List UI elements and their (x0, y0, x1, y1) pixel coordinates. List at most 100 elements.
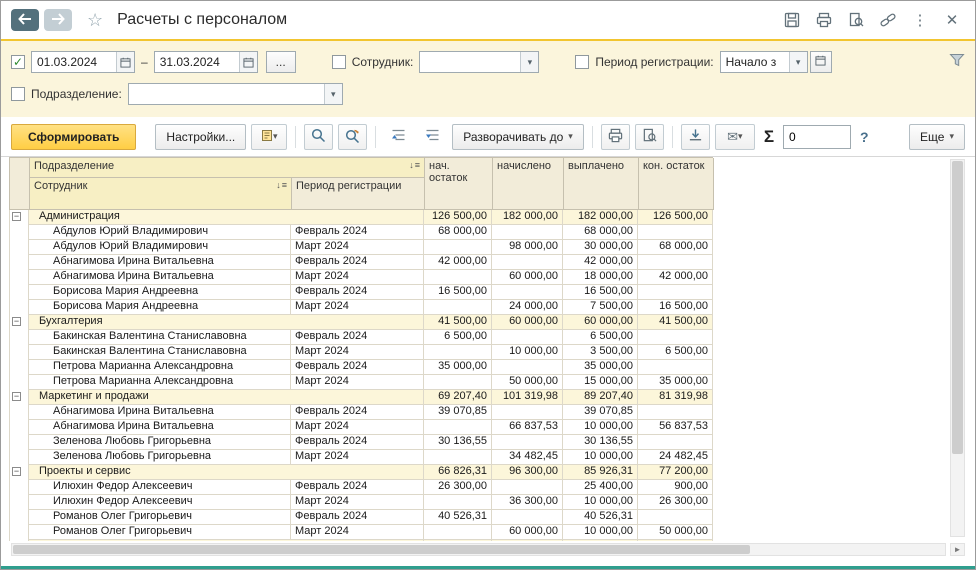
chevron-down-icon[interactable]: ▾ (520, 52, 539, 72)
calendar-icon[interactable] (116, 52, 134, 72)
row-gutter (9, 420, 29, 435)
generate-button[interactable]: Сформировать (11, 123, 137, 150)
expand-groups-button[interactable] (418, 124, 447, 150)
search-next-button[interactable] (338, 123, 368, 150)
group-row[interactable]: − Бухгалтерия 41 500,00 60 000,00 60 000,00 4… (9, 315, 713, 330)
group-row[interactable]: − Администрация 126 500,00 182 000,00 182 00… (9, 210, 713, 225)
date-from-value[interactable]: 01.03.2024 (32, 52, 116, 72)
column-header-employee[interactable]: Сотрудник ↓≡ (30, 178, 292, 210)
column-header-paid[interactable]: выплачено (564, 158, 639, 210)
chevron-down-icon[interactable]: ▾ (788, 52, 807, 72)
favorite-star-icon[interactable]: ☆ (87, 11, 103, 29)
beginning-balance: 16 500,00 (424, 285, 492, 300)
filter-settings-button[interactable] (949, 53, 965, 72)
row-gutter: − (9, 465, 29, 480)
report-variants-button[interactable]: ▾ (251, 123, 288, 150)
table-row[interactable]: Илюхин Федор Алексеевич Март 2024 36 300,0… (9, 495, 713, 510)
column-header-accrued[interactable]: начислено (493, 158, 564, 210)
registration-period-combobox[interactable]: Начало з ▾ (719, 51, 808, 73)
vertical-scrollbar[interactable] (950, 159, 965, 537)
period-variants-button[interactable]: ... (265, 51, 296, 73)
filter-panel: ✓ 01.03.2024 – 31.03.2024 ... Сотрудник: (1, 39, 975, 117)
employee-name: Бакинская Валентина Станиславовна (29, 330, 291, 345)
table-row[interactable]: Абнагимова Ирина Витальевна Февраль 2024 4… (9, 255, 713, 270)
group-row[interactable]: − Проекты и сервис 66 826,31 96 300,00 85 92… (9, 465, 713, 480)
table-row[interactable]: Абдулов Юрий Владимирович Февраль 2024 68 … (9, 225, 713, 240)
more-actions-button[interactable]: Еще ▾ (909, 123, 965, 150)
save-button[interactable] (779, 8, 805, 32)
department-checkbox[interactable] (11, 87, 25, 101)
ending-balance (638, 255, 713, 270)
horizontal-scrollbar-row: ► (1, 541, 975, 557)
vertical-scrollbar-thumb[interactable] (952, 161, 963, 455)
table-row[interactable]: Зеленова Любовь Григорьевна Февраль 2024 3… (9, 435, 713, 450)
group-row[interactable] (9, 540, 713, 541)
column-header-period[interactable]: Период регистрации (292, 178, 425, 210)
forward-button[interactable] (44, 9, 72, 31)
accrued: 24 000,00 (492, 300, 563, 315)
paid: 7 500,00 (563, 300, 638, 315)
date-to-field[interactable]: 31.03.2024 (153, 51, 258, 73)
employee-checkbox[interactable] (331, 55, 346, 69)
search-button[interactable] (304, 123, 334, 150)
table-row[interactable]: Илюхин Федор Алексеевич Февраль 2024 26 30… (9, 480, 713, 495)
toolbar-separator (671, 125, 673, 148)
table-row[interactable]: Романов Олег Григорьевич Март 2024 60 000,… (9, 525, 713, 540)
accrued (492, 255, 563, 270)
department-value[interactable] (129, 84, 324, 104)
table-row[interactable]: Романов Олег Григорьевич Февраль 2024 40 5… (9, 510, 713, 525)
table-row[interactable]: Абнагимова Ирина Витальевна Март 2024 60 0… (9, 270, 713, 285)
settings-button[interactable]: Настройки... (155, 123, 247, 150)
date-from-field[interactable]: 01.03.2024 (31, 51, 135, 73)
table-row[interactable]: Борисова Мария Андреевна Февраль 2024 16 5… (9, 285, 713, 300)
print-button[interactable] (600, 123, 630, 150)
table-row[interactable]: Петрова Марианна Александровна Февраль 20… (9, 360, 713, 375)
collapse-group-icon[interactable]: − (12, 392, 21, 401)
column-header-ending-balance[interactable]: кон. остаток (639, 158, 714, 210)
preview-button-titlebar[interactable] (843, 8, 869, 32)
autosum-icon[interactable]: Σ (760, 127, 778, 147)
print-preview-button[interactable] (634, 123, 664, 150)
more-menu-button[interactable]: ⋮ (907, 8, 933, 32)
help-button[interactable]: ? (856, 129, 873, 145)
table-row[interactable]: Бакинская Валентина Станиславовна Февраль… (9, 330, 713, 345)
horizontal-scrollbar[interactable] (11, 542, 946, 556)
employee-value[interactable] (420, 52, 520, 72)
table-row[interactable]: Абнагимова Ирина Витальевна Март 2024 66 8… (9, 420, 713, 435)
registration-period-value[interactable]: Начало з (721, 52, 789, 72)
paid: 89 207,40 (563, 390, 638, 405)
back-button[interactable] (11, 9, 39, 31)
table-row[interactable]: Бакинская Валентина Станиславовна Март 20… (9, 345, 713, 360)
collapse-group-icon[interactable]: − (12, 467, 21, 476)
date-to-value[interactable]: 31.03.2024 (155, 52, 239, 72)
autosum-field[interactable]: 0 (783, 124, 852, 149)
group-row[interactable]: − Маркетинг и продажи 69 207,40 101 319,98 8… (9, 390, 713, 405)
send-email-button[interactable]: ✉ ▾ (714, 123, 755, 150)
calendar-icon[interactable] (238, 52, 257, 72)
collapse-group-icon[interactable]: − (12, 317, 21, 326)
period-checkbox[interactable]: ✓ (11, 55, 25, 69)
close-button[interactable]: ✕ (939, 8, 965, 32)
registration-period-calendar-button[interactable] (809, 51, 832, 73)
employee-combobox[interactable]: ▾ (419, 51, 540, 73)
get-link-button[interactable] (875, 8, 901, 32)
print-button-titlebar[interactable] (811, 8, 837, 32)
department-combobox[interactable]: ▾ (127, 83, 343, 105)
column-header-department[interactable]: Подразделение ↓≡ (30, 158, 425, 178)
collapse-group-icon[interactable]: − (12, 212, 21, 221)
table-row[interactable]: Петрова Марианна Александровна Март 2024 5… (9, 375, 713, 390)
scroll-right-button[interactable]: ► (950, 542, 965, 556)
table-row[interactable]: Борисова Мария Андреевна Март 2024 24 000,… (9, 300, 713, 315)
horizontal-scrollbar-thumb[interactable] (13, 544, 751, 554)
save-report-button[interactable] (680, 123, 710, 150)
table-row[interactable]: Зеленова Любовь Григорьевна Март 2024 34 4… (9, 450, 713, 465)
chevron-down-icon[interactable]: ▾ (323, 84, 342, 104)
expand-to-button[interactable]: Разворачивать до ▾ (452, 123, 584, 150)
registration-period-checkbox[interactable] (575, 55, 590, 69)
table-row[interactable]: Абнагимова Ирина Витальевна Февраль 2024 3… (9, 405, 713, 420)
ending-balance: 16 500,00 (638, 300, 713, 315)
column-header-beginning-balance[interactable]: нач. остаток (425, 158, 493, 210)
collapse-groups-button[interactable] (384, 124, 413, 150)
paid: 60 000,00 (563, 315, 638, 330)
table-row[interactable]: Абдулов Юрий Владимирович Март 2024 98 000… (9, 240, 713, 255)
